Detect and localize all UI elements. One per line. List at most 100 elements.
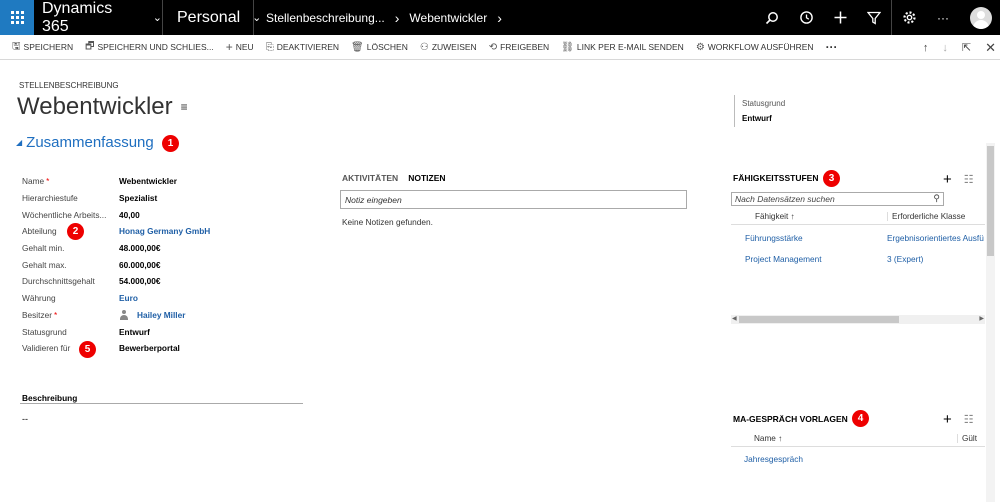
- save-button[interactable]: 🖫 SPEICHERN: [12, 39, 73, 56]
- close-icon[interactable]: ✕: [985, 40, 996, 56]
- table-row-skill-2-name[interactable]: Project Management: [745, 254, 822, 264]
- field-label: Währung: [22, 293, 56, 304]
- field-value-status-reason[interactable]: Entwurf: [119, 327, 150, 337]
- field-value-salary-min[interactable]: 48.000,00€: [119, 243, 161, 253]
- table-row-skill-1-class[interactable]: Ergebnisorientiertes Ausfü: [887, 233, 984, 243]
- field-value-salary-avg[interactable]: 54.000,00€: [119, 276, 161, 286]
- recent-history-icon[interactable]: [789, 0, 823, 35]
- more-commands-button[interactable]: ···: [826, 40, 838, 54]
- field-label: Gehalt max.: [22, 259, 67, 270]
- share-button[interactable]: ⟲ FREIGEBEN: [489, 42, 550, 53]
- review-templates-grid: Name ↑ Gült Jahresgespräch: [731, 431, 985, 471]
- column-header-required-class[interactable]: Erforderliche Klasse: [887, 212, 965, 221]
- summary-fields: Name * Webentwickler Hierarchiestufe Spez…: [22, 173, 210, 357]
- deactivate-button[interactable]: ⎘ DEAKTIVIEREN: [266, 42, 339, 53]
- column-header-name[interactable]: Name ↑: [754, 434, 782, 443]
- filter-icon[interactable]: [857, 0, 891, 35]
- annotation-badge-3: 3: [823, 170, 840, 187]
- app-name: Dynamics 365: [42, 0, 113, 35]
- avatar[interactable]: [970, 6, 992, 29]
- field-value-department-link[interactable]: Honag Germany GmbH: [119, 226, 210, 236]
- breadcrumb-item-record[interactable]: Webentwickler: [409, 11, 487, 25]
- section-toggle-summary[interactable]: ◢ Zusammenfassung: [16, 134, 154, 151]
- search-placeholder: Nach Datensätzen suchen: [735, 194, 835, 204]
- field-value-level[interactable]: Spezialist: [119, 193, 157, 203]
- grid-view-icon[interactable]: ☷: [964, 413, 974, 426]
- new-button[interactable]: + NEU: [226, 40, 254, 54]
- column-header-skill[interactable]: Fähigkeit ↑: [755, 212, 795, 221]
- field-row-name: Name * Webentwickler: [22, 173, 210, 190]
- more-icon[interactable]: ···: [926, 0, 960, 35]
- assign-label: ZUWEISEN: [431, 42, 477, 52]
- field-row-salary-avg: Durchschnittsgehalt 54.000,00€: [22, 273, 210, 290]
- deactivate-icon: ⎘: [265, 41, 274, 53]
- scroll-left-icon[interactable]: ◀: [732, 315, 737, 322]
- annotation-badge-1: 1: [162, 135, 179, 152]
- field-value-owner-link[interactable]: Hailey Miller: [137, 310, 185, 320]
- field-row-department: Abteilung Honag Germany GmbH: [22, 223, 210, 240]
- run-workflow-button[interactable]: ⚙ WORKFLOW AUSFÜHREN: [696, 42, 814, 53]
- field-value-validate-for[interactable]: Bewerberportal: [119, 343, 180, 353]
- horizontal-scrollbar[interactable]: ◀ ▶: [731, 315, 985, 324]
- field-row-owner: Besitzer * Hailey Miller: [22, 307, 210, 324]
- link-icon: ⛓: [561, 41, 574, 53]
- search-icon[interactable]: [755, 0, 789, 35]
- trash-icon: 🗑: [351, 41, 364, 53]
- save-and-close-button[interactable]: 🗗 SPEICHERN UND SCHLIES...: [85, 39, 214, 56]
- plus-icon: +: [225, 40, 233, 54]
- status-reason-box: Statusgrund Entwurf: [734, 95, 785, 127]
- scroll-right-icon[interactable]: ▶: [979, 315, 984, 322]
- add-record-plus-icon[interactable]: +: [943, 412, 952, 427]
- skills-grid-title: FÄHIGKEITSSTUFEN: [733, 173, 819, 183]
- gear-icon[interactable]: [892, 0, 926, 35]
- skills-grid: Fähigkeit ↑ Erforderliche Klasse Führung…: [731, 209, 985, 314]
- field-label: Hierarchiestufe: [22, 193, 78, 204]
- field-value-weekly-hours[interactable]: 40,00: [119, 210, 140, 220]
- save-close-icon: 🗗: [85, 40, 95, 52]
- table-row-review-1-name[interactable]: Jahresgespräch: [744, 454, 803, 464]
- table-row-skill-2-class[interactable]: 3 (Expert): [887, 254, 923, 264]
- section-title: Zusammenfassung: [26, 134, 154, 151]
- search-icon[interactable]: ⚲: [933, 193, 940, 204]
- annotation-badge-4: 4: [852, 410, 869, 427]
- app-switcher[interactable]: Dynamics 365 ⌄: [34, 0, 162, 36]
- field-value-currency-link[interactable]: Euro: [119, 293, 138, 303]
- grid-view-icon[interactable]: ☷: [964, 173, 974, 186]
- column-header-valid[interactable]: Gült: [957, 434, 977, 443]
- field-row-salary-min: Gehalt min. 48.000,00€: [22, 240, 210, 257]
- scrollbar-thumb[interactable]: [739, 316, 899, 323]
- collapse-triangle-icon: ◢: [16, 138, 23, 147]
- delete-button[interactable]: 🗑 LÖSCHEN: [351, 42, 408, 53]
- social-pane-tabs: AKTIVITÄTEN NOTIZEN: [342, 173, 446, 183]
- field-row-salary-max: Gehalt max. 60.000,00€: [22, 256, 210, 273]
- form-selector-icon[interactable]: ≡: [181, 100, 188, 114]
- chevron-right-icon[interactable]: ›: [497, 10, 502, 26]
- assign-icon: ⚇: [419, 41, 429, 53]
- note-input[interactable]: Notiz eingeben: [340, 190, 687, 209]
- description-value[interactable]: --: [22, 414, 28, 424]
- arrow-up-icon[interactable]: ↑: [923, 42, 929, 54]
- top-navigation-bar: Dynamics 365 ⌄ Personal ⌄ Stellenbeschre…: [0, 0, 1000, 35]
- assign-button[interactable]: ⚇ ZUWEISEN: [420, 42, 477, 53]
- email-link-button[interactable]: ⛓ LINK PER E-MAIL SENDEN: [561, 42, 684, 53]
- plus-icon[interactable]: [823, 0, 857, 35]
- empty-notes-message: Keine Notizen gefunden.: [342, 217, 433, 227]
- tab-notes[interactable]: NOTIZEN: [408, 173, 445, 183]
- area-switcher[interactable]: Personal ⌄: [163, 9, 261, 27]
- arrow-down-icon[interactable]: ↓: [942, 42, 948, 54]
- breadcrumb-item-entity[interactable]: Stellenbeschreibung...: [266, 11, 385, 25]
- popout-icon[interactable]: ⇱: [962, 41, 971, 54]
- skills-search-input[interactable]: Nach Datensätzen suchen ⚲: [731, 192, 944, 206]
- field-row-weekly-hours: Wöchentliche Arbeits... 40,00: [22, 206, 210, 223]
- add-record-plus-icon[interactable]: +: [943, 172, 952, 187]
- table-row-skill-1-name[interactable]: Führungsstärke: [745, 233, 803, 243]
- app-launcher-button[interactable]: [0, 0, 34, 35]
- scrollbar-thumb[interactable]: [987, 146, 994, 256]
- chevron-right-icon: ›: [394, 9, 400, 26]
- vertical-scrollbar[interactable]: [986, 143, 995, 502]
- field-label: Durchschnittsgehalt: [22, 276, 95, 287]
- tab-activities[interactable]: AKTIVITÄTEN: [342, 173, 398, 183]
- divider: [20, 403, 303, 404]
- field-value-name[interactable]: Webentwickler: [119, 176, 177, 186]
- field-value-salary-max[interactable]: 60.000,00€: [119, 260, 161, 270]
